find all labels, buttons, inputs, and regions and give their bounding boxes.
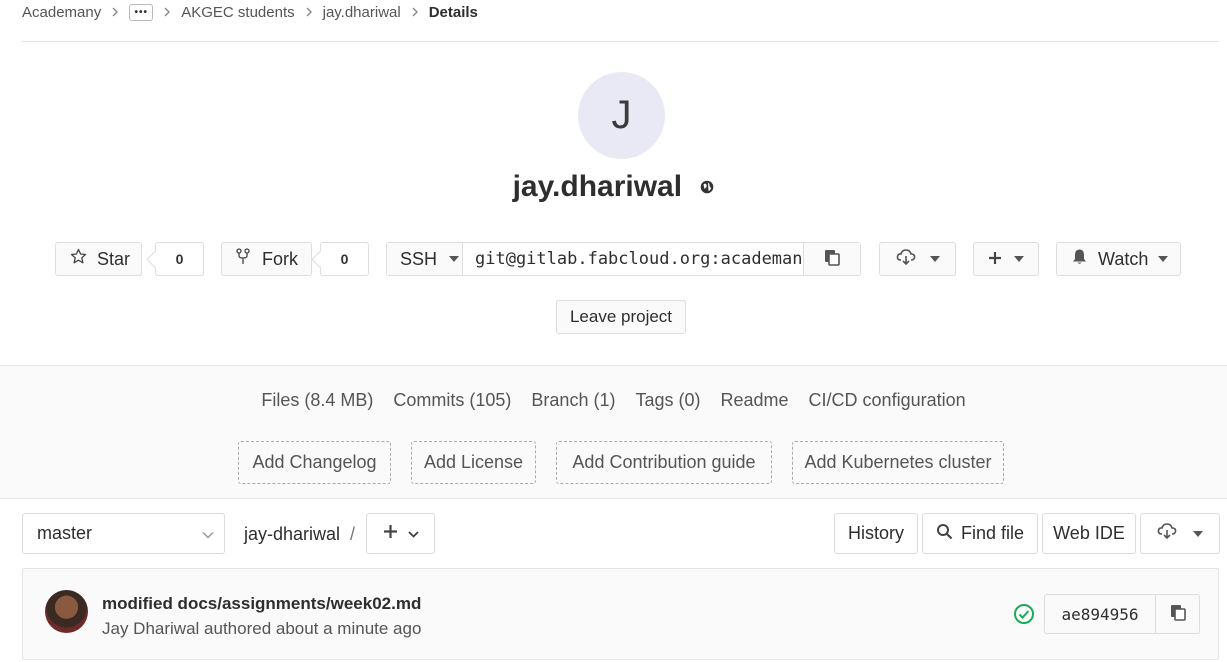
stat-readme[interactable]: Readme bbox=[721, 390, 789, 411]
pipeline-status-icon[interactable] bbox=[1013, 603, 1035, 630]
clone-protocol-label: SSH bbox=[400, 248, 438, 269]
watch-label: Watch bbox=[1098, 248, 1149, 269]
search-icon bbox=[936, 523, 953, 545]
add-to-tree-button[interactable] bbox=[366, 513, 435, 554]
fork-count[interactable]: 0 bbox=[320, 242, 369, 276]
bell-icon bbox=[1071, 248, 1088, 270]
globe-icon bbox=[700, 168, 714, 202]
fork-label: Fork bbox=[262, 248, 298, 269]
clipboard-icon bbox=[1169, 603, 1187, 626]
new-item-button[interactable] bbox=[973, 242, 1039, 276]
section-divider bbox=[0, 498, 1227, 499]
project-stats: Files (8.4 MB) Commits (105) Branch (1) … bbox=[0, 390, 1227, 411]
download-button[interactable] bbox=[879, 242, 956, 276]
project-name: jay.dhariwal bbox=[512, 170, 683, 203]
stat-files[interactable]: Files (8.4 MB) bbox=[261, 390, 373, 411]
caret-down-icon bbox=[1158, 256, 1169, 262]
caret-down-icon bbox=[449, 256, 460, 262]
leave-project-button[interactable]: Leave project bbox=[556, 300, 686, 334]
caret-down-icon bbox=[929, 256, 940, 262]
chevron-right-icon bbox=[111, 7, 119, 17]
breadcrumb-item-group[interactable]: Academany bbox=[22, 4, 101, 21]
breadcrumb-item-project[interactable]: jay.dhariwal bbox=[323, 4, 401, 21]
breadcrumb-item-current[interactable]: Details bbox=[429, 4, 478, 21]
clone-url-group: SSH git@gitlab.fabcloud.org:academany/fa… bbox=[386, 242, 861, 276]
chevron-down-icon bbox=[202, 523, 214, 544]
stat-commits[interactable]: Commits (105) bbox=[393, 390, 511, 411]
star-count[interactable]: 0 bbox=[155, 242, 204, 276]
add-license-button[interactable]: Add License bbox=[411, 441, 536, 484]
branch-select[interactable]: master bbox=[22, 513, 225, 554]
repo-path-root[interactable]: jay-dhariwal bbox=[244, 524, 340, 544]
project-title: jay.dhariwal bbox=[0, 170, 1227, 205]
plus-icon bbox=[383, 524, 398, 544]
branch-select-value: master bbox=[37, 523, 93, 543]
author-avatar[interactable] bbox=[45, 590, 88, 633]
project-avatar: J bbox=[578, 72, 665, 159]
header-divider bbox=[22, 41, 1219, 42]
caret-down-icon bbox=[1193, 530, 1203, 537]
commit-author-line: Jay Dhariwal authored about a minute ago bbox=[102, 619, 422, 638]
star-icon bbox=[70, 248, 87, 270]
find-file-label: Find file bbox=[960, 523, 1025, 543]
repo-path: jay-dhariwal / bbox=[244, 524, 355, 545]
add-contribution-guide-button[interactable]: Add Contribution guide bbox=[556, 441, 772, 484]
star-label: Star bbox=[97, 248, 131, 269]
stat-cicd[interactable]: CI/CD configuration bbox=[809, 390, 966, 411]
star-button[interactable]: Star bbox=[55, 242, 142, 276]
breadcrumb-more-button[interactable]: ••• bbox=[129, 3, 154, 21]
last-commit: modified docs/assignments/week02.md Jay … bbox=[22, 568, 1219, 660]
copy-url-button[interactable] bbox=[803, 243, 860, 275]
fork-icon bbox=[236, 247, 250, 271]
clipboard-icon bbox=[823, 248, 841, 271]
breadcrumb-item-subgroup[interactable]: AKGEC students bbox=[181, 4, 294, 21]
chevron-right-icon bbox=[163, 7, 171, 17]
stat-branch[interactable]: Branch (1) bbox=[531, 390, 615, 411]
caret-down-icon bbox=[1014, 256, 1024, 262]
stat-tags[interactable]: Tags (0) bbox=[635, 390, 700, 411]
web-ide-button[interactable]: Web IDE bbox=[1042, 513, 1136, 554]
clone-protocol-dropdown[interactable]: SSH bbox=[387, 243, 463, 275]
cloud-download-icon bbox=[896, 248, 916, 271]
add-changelog-button[interactable]: Add Changelog bbox=[238, 441, 391, 484]
add-kubernetes-cluster-button[interactable]: Add Kubernetes cluster bbox=[792, 441, 1004, 484]
commit-message[interactable]: modified docs/assignments/week02.md bbox=[102, 594, 421, 614]
commit-sha[interactable]: ae894956 bbox=[1044, 594, 1156, 634]
history-button[interactable]: History bbox=[834, 513, 918, 554]
plus-icon bbox=[988, 249, 1002, 270]
copy-sha-button[interactable] bbox=[1155, 594, 1200, 634]
download-source-button[interactable] bbox=[1140, 513, 1220, 554]
fork-button[interactable]: Fork bbox=[221, 242, 312, 276]
breadcrumb: Academany ••• AKGEC students jay.dhariwa… bbox=[22, 0, 478, 24]
chevron-right-icon bbox=[305, 7, 313, 17]
clone-url-input[interactable]: git@gitlab.fabcloud.org:academany/fabaca… bbox=[463, 243, 803, 275]
path-separator: / bbox=[350, 524, 356, 544]
chevron-down-icon bbox=[407, 525, 419, 543]
chevron-right-icon bbox=[411, 7, 419, 17]
find-file-button[interactable]: Find file bbox=[922, 513, 1038, 554]
cloud-download-icon bbox=[1157, 522, 1177, 545]
watch-button[interactable]: Watch bbox=[1056, 242, 1181, 276]
